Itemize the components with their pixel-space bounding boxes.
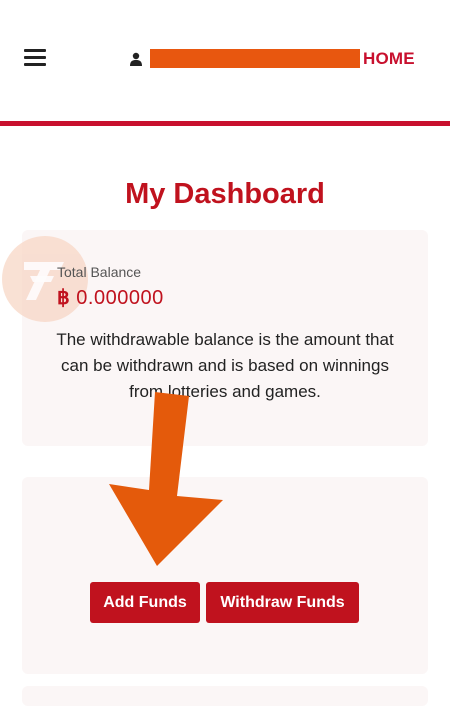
hamburger-menu-icon[interactable]	[24, 49, 46, 67]
header: HOME	[0, 0, 450, 122]
add-funds-button[interactable]: Add Funds	[90, 582, 200, 623]
currency-symbol: ฿	[57, 287, 71, 309]
total-balance-amount: ฿ 0.000000	[57, 285, 164, 310]
header-divider	[0, 121, 450, 126]
balance-value: 0.000000	[76, 287, 164, 309]
arrow-down-icon	[109, 392, 223, 566]
redacted-username	[150, 49, 360, 68]
page-title: My Dashboard	[125, 178, 325, 210]
home-link[interactable]: HOME	[363, 49, 415, 69]
total-balance-label: Total Balance	[57, 264, 142, 280]
user-icon	[130, 52, 142, 66]
withdraw-funds-button[interactable]: Withdraw Funds	[206, 582, 359, 623]
next-card	[22, 686, 428, 706]
